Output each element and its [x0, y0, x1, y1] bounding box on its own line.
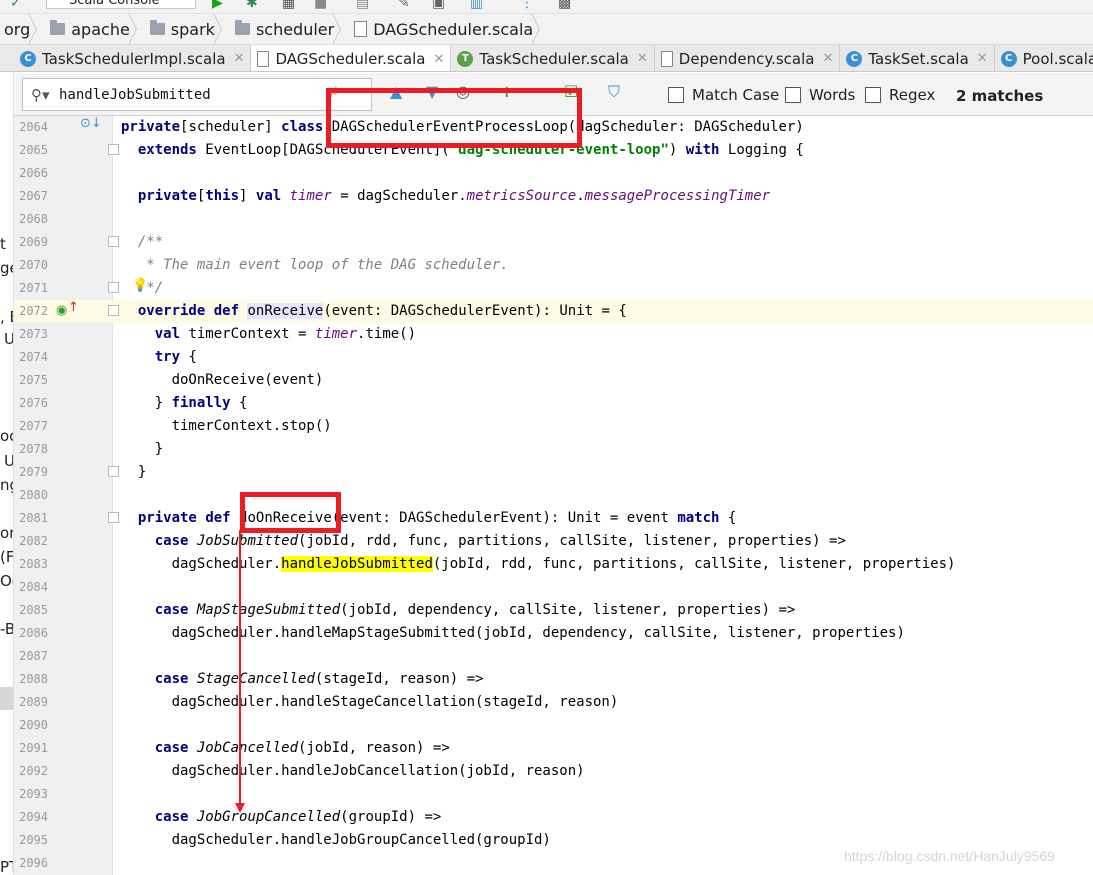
annotation-arrow: [235, 530, 245, 813]
watermark: https://blog.csdn.net/HanJuly9569: [844, 848, 1055, 864]
